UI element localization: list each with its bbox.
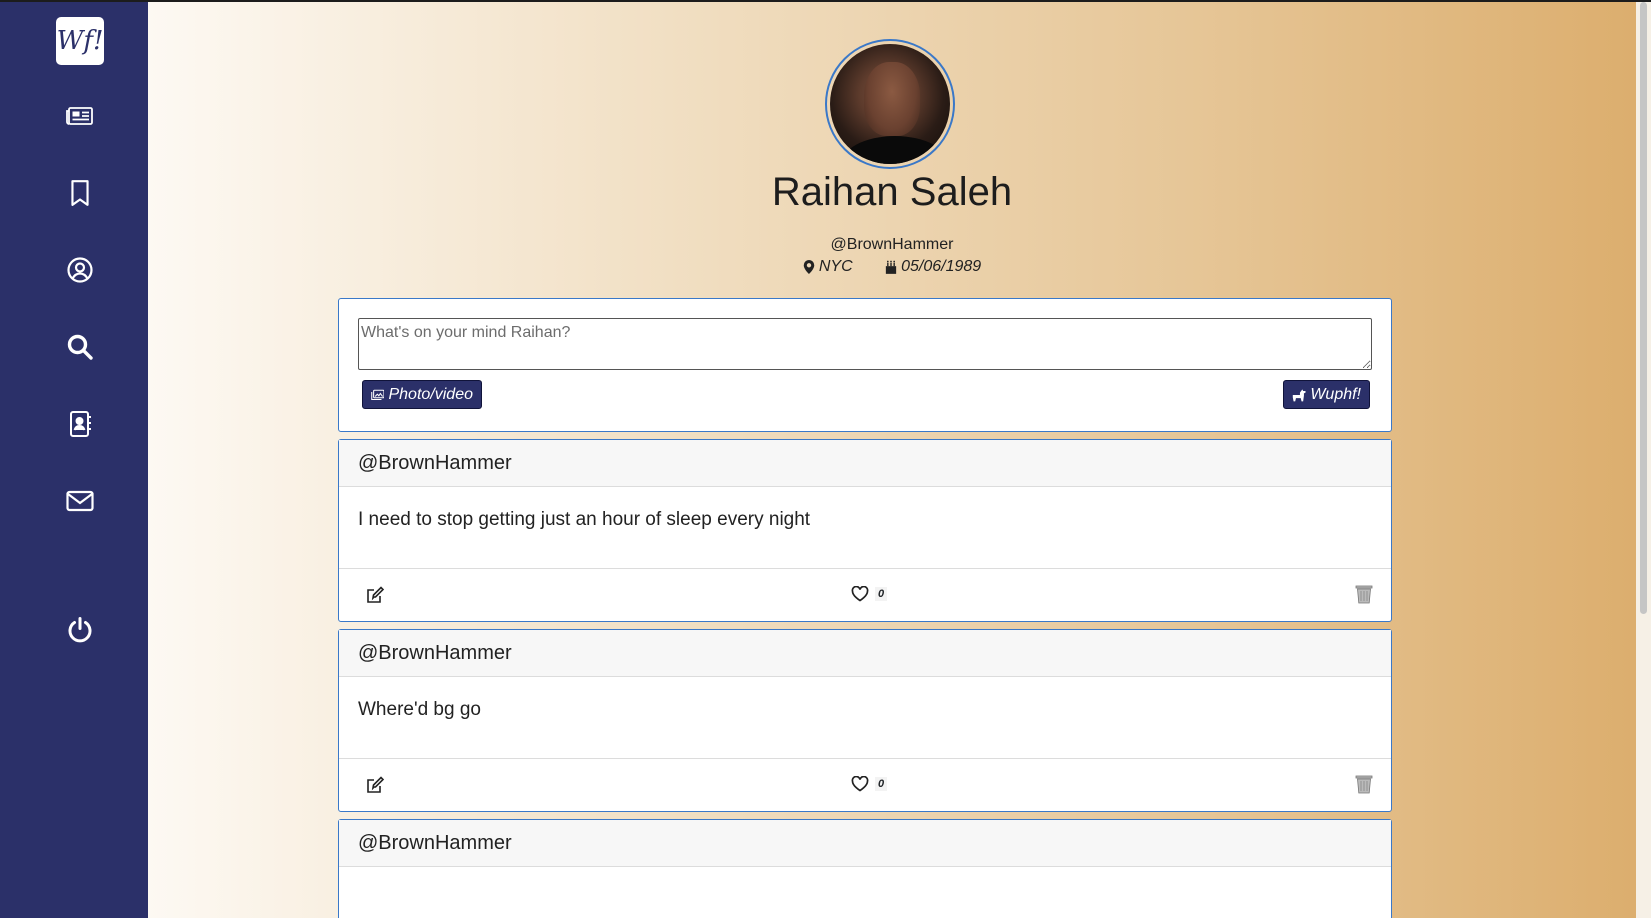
like-count: 0 xyxy=(875,587,888,601)
sidebar-item-newsfeed[interactable] xyxy=(62,98,98,134)
scrollbar[interactable] xyxy=(1636,2,1651,918)
post-card: @BrownHammer Where'd bg go 0 xyxy=(338,629,1392,812)
post-footer: 0 xyxy=(339,569,1391,620)
bookmark-icon xyxy=(71,180,89,206)
post-author[interactable]: @BrownHammer xyxy=(339,630,1391,677)
composer-card: Photo/video Wuphf! xyxy=(338,298,1392,432)
post-text: I need to stop getting just an hour of s… xyxy=(339,487,1391,569)
sidebar-item-contacts[interactable] xyxy=(62,406,98,442)
post-card: @BrownHammer I need to stop getting just… xyxy=(338,439,1392,622)
map-marker-icon xyxy=(803,260,815,274)
heart-icon xyxy=(851,776,869,792)
avatar[interactable] xyxy=(825,39,955,169)
birthday-cake-icon xyxy=(885,260,897,274)
photo-video-button[interactable]: Photo/video xyxy=(362,380,482,409)
birthday: 05/06/1989 xyxy=(885,258,981,276)
post-author[interactable]: @BrownHammer xyxy=(339,820,1391,867)
like-count: 0 xyxy=(875,777,888,791)
like-button[interactable]: 0 xyxy=(851,586,888,602)
post-card: @BrownHammer xyxy=(338,819,1392,918)
newspaper-icon xyxy=(66,107,93,125)
sidebar-item-profile[interactable] xyxy=(62,252,98,288)
edit-icon[interactable] xyxy=(366,776,384,794)
post-footer: 0 xyxy=(339,759,1391,810)
profile-handle: @BrownHammer xyxy=(830,236,954,253)
sidebar-item-bookmarks[interactable] xyxy=(62,175,98,211)
sidebar: Wf! xyxy=(0,2,148,918)
wuphf-label: Wuphf! xyxy=(1310,385,1361,403)
wuphf-button[interactable]: Wuphf! xyxy=(1283,380,1370,409)
birthday-text: 05/06/1989 xyxy=(901,258,982,275)
user-circle-icon xyxy=(67,257,93,283)
dog-icon xyxy=(1292,388,1306,401)
search-icon xyxy=(67,334,93,360)
heart-icon xyxy=(851,586,869,602)
profile-name: Raihan Saleh xyxy=(771,170,1013,214)
post-input[interactable] xyxy=(358,318,1372,370)
trash-icon[interactable] xyxy=(1355,584,1373,604)
profile-meta: NYC 05/06/1989 xyxy=(148,258,1636,279)
envelope-icon xyxy=(66,490,94,512)
edit-icon[interactable] xyxy=(366,586,384,604)
sidebar-item-search[interactable] xyxy=(62,329,98,365)
location-text: NYC xyxy=(818,258,853,275)
images-icon xyxy=(371,389,385,400)
photo-video-label: Photo/video xyxy=(388,385,473,403)
power-icon xyxy=(68,617,92,643)
sidebar-item-messages[interactable] xyxy=(62,483,98,519)
location: NYC xyxy=(803,258,853,276)
like-button[interactable]: 0 xyxy=(851,776,888,792)
trash-icon[interactable] xyxy=(1355,774,1373,794)
sidebar-item-logout[interactable] xyxy=(62,612,98,648)
app-logo[interactable]: Wf! xyxy=(56,17,104,65)
post-text: Where'd bg go xyxy=(339,677,1391,759)
main-content: Raihan Saleh @BrownHammer NYC 05/06/1989… xyxy=(148,2,1636,918)
scrollbar-thumb[interactable] xyxy=(1640,2,1647,614)
address-book-icon xyxy=(70,411,91,437)
avatar-photo xyxy=(830,44,950,164)
post-author[interactable]: @BrownHammer xyxy=(339,440,1391,487)
